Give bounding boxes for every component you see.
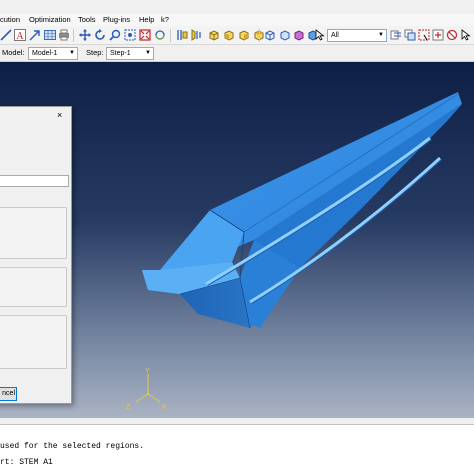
toolbar: A All ▼ <box>0 26 474 45</box>
cursor-icon[interactable] <box>460 29 472 41</box>
magnify-icon[interactable] <box>109 29 121 41</box>
dialog-group-2 <box>0 267 67 307</box>
chevron-down-icon: ▼ <box>378 32 384 38</box>
edit-dialog: × ncel <box>0 106 72 404</box>
triad-y-label: Y <box>145 368 150 375</box>
arrow-annotation-icon[interactable] <box>29 29 41 41</box>
select-from-viewport-icon[interactable] <box>404 29 416 41</box>
hidden-line-icon[interactable] <box>279 29 291 41</box>
select-pointer-icon[interactable] <box>314 29 326 41</box>
deselect-icon[interactable] <box>446 29 458 41</box>
selection-filter-combo[interactable]: All ▼ <box>327 29 387 42</box>
message-area: used for the selected regions. rt: STEM … <box>0 424 474 474</box>
auto-fit-icon[interactable] <box>139 29 151 41</box>
cancel-button[interactable]: ncel <box>0 387 17 401</box>
step-combo[interactable]: Step-1 ▼ <box>106 47 154 60</box>
message-line: rt: STEM A1 <box>0 458 53 467</box>
chevron-down-icon: ▼ <box>69 50 75 56</box>
menu-bar: cution Optimization Tools Plug-ins Help … <box>0 14 474 26</box>
wireframe-icon[interactable] <box>264 29 276 41</box>
menu-job-execution[interactable]: cution <box>0 15 20 25</box>
drag-box-select-icon[interactable] <box>418 29 430 41</box>
chevron-down-icon: ▼ <box>145 50 151 56</box>
model-combo[interactable]: Model-1 ▼ <box>28 47 78 60</box>
message-line: used for the selected regions. <box>0 442 145 451</box>
dialog-text-field[interactable] <box>0 175 69 187</box>
perspective-view-icon[interactable] <box>191 29 203 41</box>
close-icon[interactable]: × <box>57 111 62 120</box>
step-label: Step: <box>86 48 104 57</box>
select-by-angle-icon[interactable] <box>390 29 402 41</box>
triad-z-label: Z <box>126 404 131 411</box>
dialog-group-3 <box>0 315 67 369</box>
cycle-views-icon[interactable] <box>154 29 166 41</box>
line-tool-icon[interactable] <box>0 29 12 41</box>
rotate-icon[interactable] <box>94 29 106 41</box>
iso-view-icon[interactable] <box>208 29 220 41</box>
menu-context-help[interactable]: k? <box>161 15 169 25</box>
menu-help[interactable]: Help <box>139 15 154 25</box>
zoom-box-icon[interactable] <box>124 29 136 41</box>
triad-x-label: X <box>162 404 167 411</box>
print-icon[interactable] <box>58 29 70 41</box>
menu-tools[interactable]: Tools <box>78 15 96 25</box>
table-icon[interactable] <box>44 29 56 41</box>
shaded-icon[interactable] <box>293 29 305 41</box>
menu-plug-ins[interactable]: Plug-ins <box>103 15 130 25</box>
parallel-view-icon[interactable] <box>176 29 188 41</box>
front-view-icon[interactable] <box>223 29 235 41</box>
pan-icon[interactable] <box>79 29 91 41</box>
selection-options-icon[interactable] <box>432 29 444 41</box>
context-bar: Model: Model-1 ▼ Step: Step-1 ▼ <box>0 45 474 62</box>
coordinate-triad: Y Z X <box>126 368 167 411</box>
model-label: Model: <box>2 48 25 57</box>
back-view-icon[interactable] <box>238 29 250 41</box>
menu-optimization[interactable]: Optimization <box>29 15 71 25</box>
stem-part[interactable] <box>142 92 462 329</box>
text-annotation-icon[interactable]: A <box>14 29 26 41</box>
svg-text:A: A <box>16 31 24 41</box>
dialog-group-1 <box>0 207 67 259</box>
